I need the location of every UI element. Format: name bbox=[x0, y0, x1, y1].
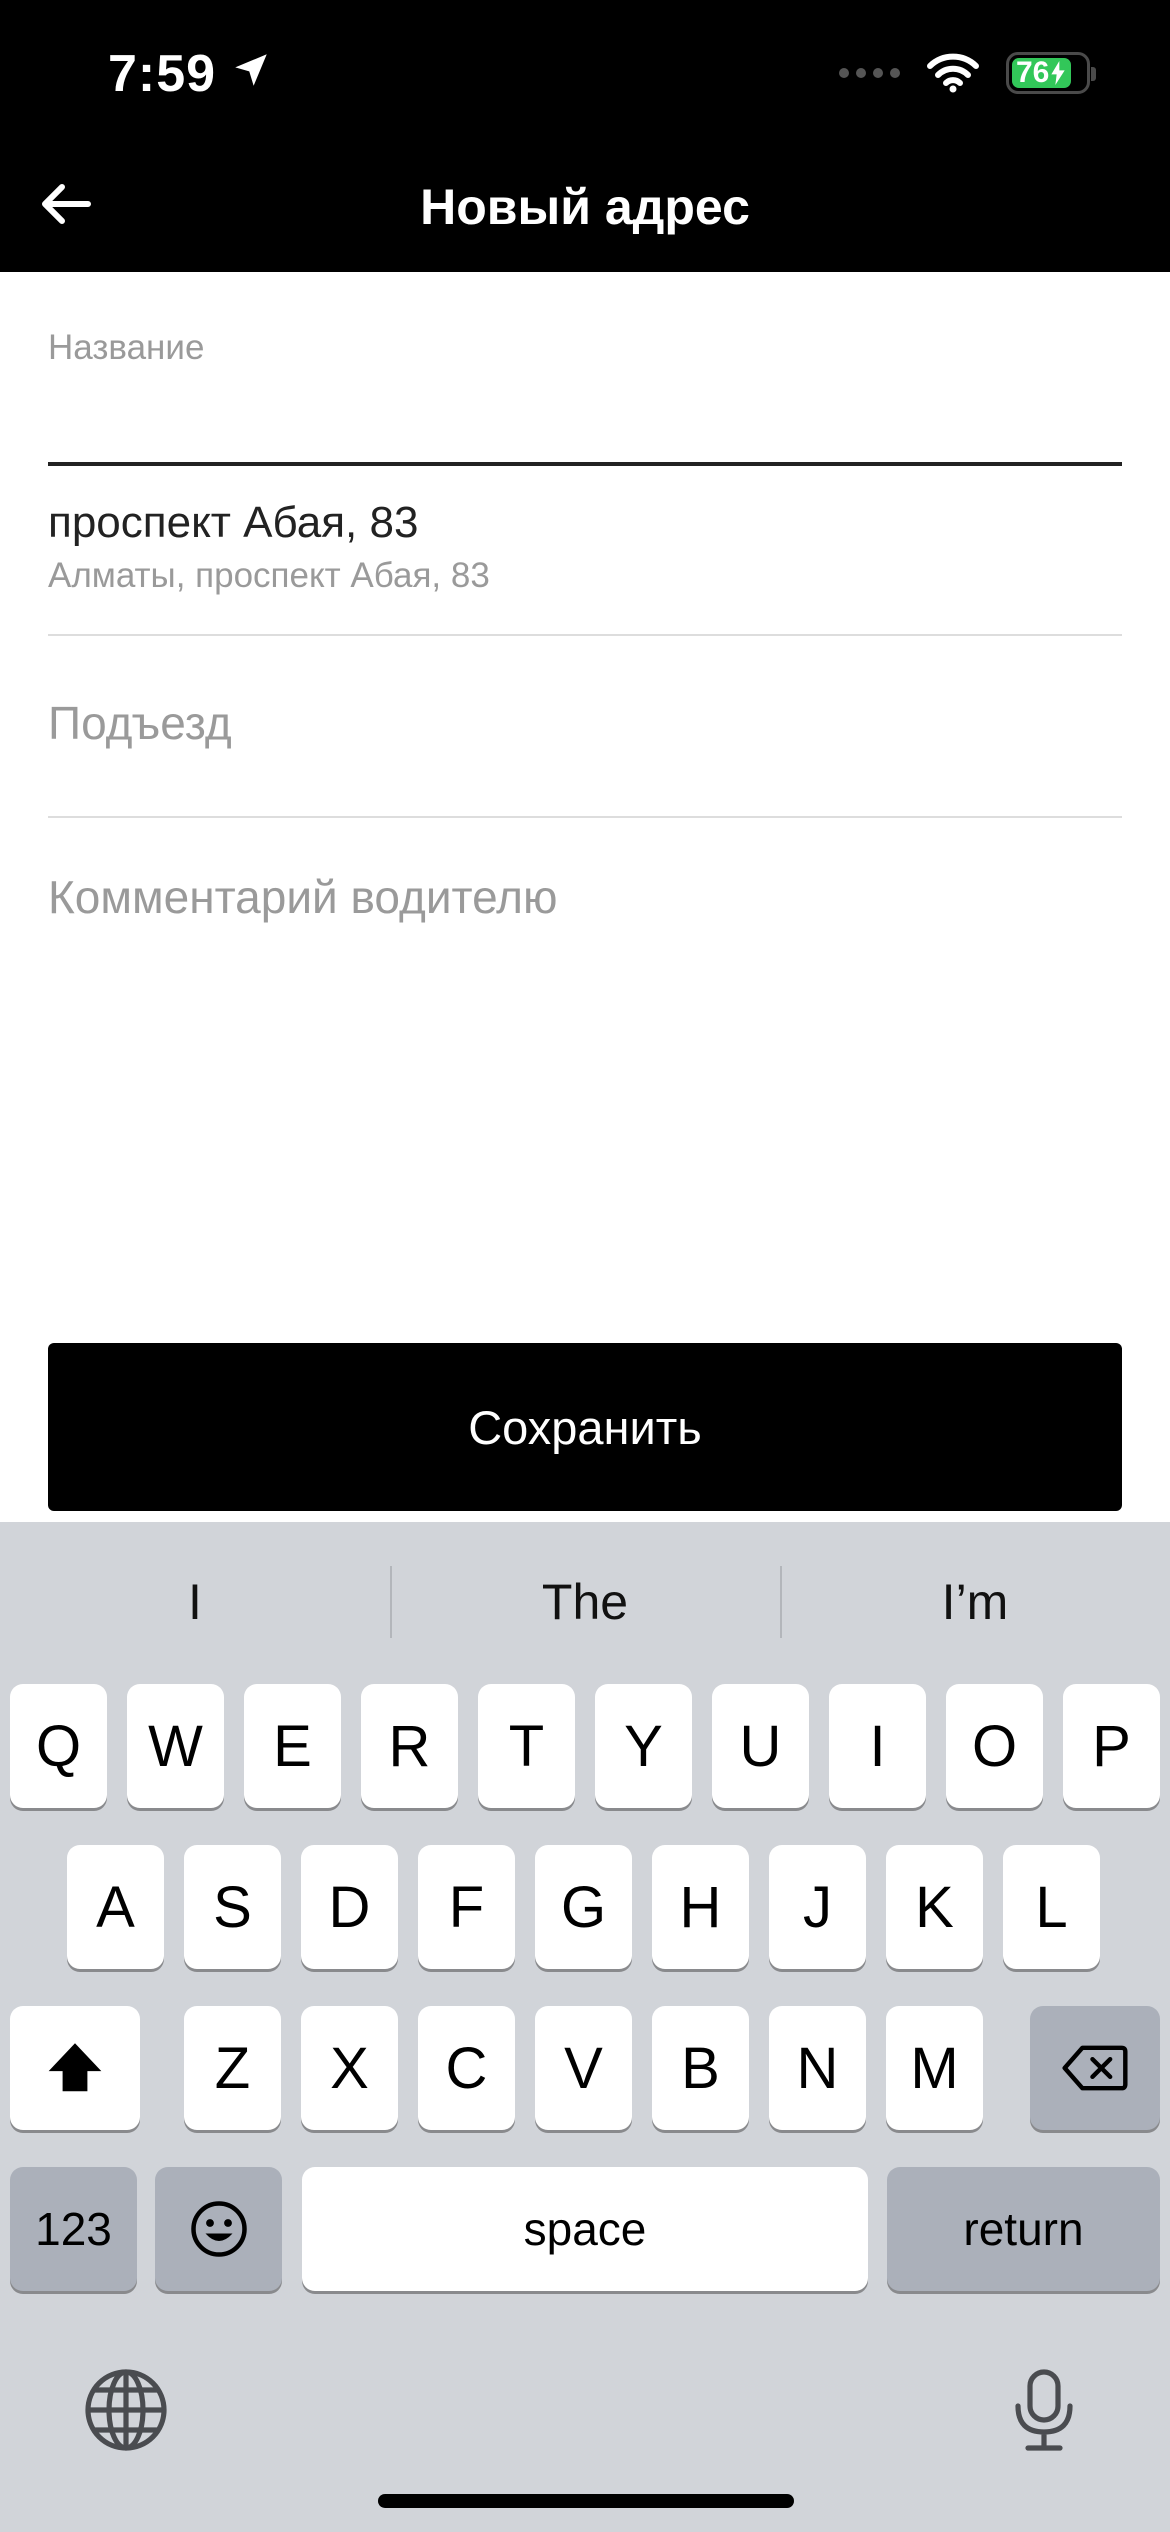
key-r[interactable]: R bbox=[361, 1684, 458, 1808]
key-m[interactable]: M bbox=[886, 2006, 983, 2130]
key-i[interactable]: I bbox=[829, 1684, 926, 1808]
key-d[interactable]: D bbox=[301, 1845, 398, 1969]
suggestion-bar: I The I’m bbox=[0, 1560, 1170, 1644]
key-v[interactable]: V bbox=[535, 2006, 632, 2130]
page-title: Новый адрес bbox=[420, 179, 750, 235]
charging-bolt-icon bbox=[1051, 61, 1066, 85]
delete-key[interactable] bbox=[1030, 2006, 1160, 2130]
battery-percent: 76 bbox=[1016, 56, 1050, 89]
key-e[interactable]: E bbox=[244, 1684, 341, 1808]
save-button[interactable]: Сохранить bbox=[48, 1343, 1122, 1511]
wifi-icon bbox=[926, 53, 980, 93]
key-a[interactable]: A bbox=[67, 1845, 164, 1969]
comment-input[interactable] bbox=[48, 870, 1122, 1290]
name-input[interactable] bbox=[48, 396, 1122, 456]
key-y[interactable]: Y bbox=[595, 1684, 692, 1808]
status-indicators: 76 bbox=[839, 52, 1096, 94]
microphone-icon bbox=[1000, 2369, 1088, 2458]
numbers-key[interactable]: 123 bbox=[10, 2167, 137, 2291]
battery-icon: 76 bbox=[1006, 52, 1096, 94]
home-indicator[interactable] bbox=[378, 2494, 794, 2508]
key-u[interactable]: U bbox=[712, 1684, 809, 1808]
key-n[interactable]: N bbox=[769, 2006, 866, 2130]
suggestion-item[interactable]: I bbox=[0, 1560, 390, 1644]
entrance-field[interactable] bbox=[48, 650, 1122, 818]
key-k[interactable]: K bbox=[886, 1845, 983, 1969]
key-f[interactable]: F bbox=[418, 1845, 515, 1969]
backspace-icon bbox=[1062, 2044, 1128, 2092]
key-c[interactable]: C bbox=[418, 2006, 515, 2130]
globe-button[interactable] bbox=[82, 2366, 170, 2454]
top-bar: 7:59 76 Новый адрес bbox=[0, 0, 1170, 272]
suggestion-item[interactable]: The bbox=[390, 1560, 780, 1644]
suggestion-item[interactable]: I’m bbox=[780, 1560, 1170, 1644]
key-l[interactable]: L bbox=[1003, 1845, 1100, 1969]
key-t[interactable]: T bbox=[478, 1684, 575, 1808]
key-q[interactable]: Q bbox=[10, 1684, 107, 1808]
keyboard: I The I’m Q W E R T Y U I O P A S D F G … bbox=[0, 1522, 1170, 2532]
address-sub-text: Алматы, проспект Абая, 83 bbox=[48, 556, 490, 595]
key-p[interactable]: P bbox=[1063, 1684, 1160, 1808]
key-h[interactable]: H bbox=[652, 1845, 749, 1969]
shift-key[interactable] bbox=[10, 2006, 140, 2130]
key-x[interactable]: X bbox=[301, 2006, 398, 2130]
name-field-label: Название bbox=[48, 328, 205, 367]
address-main-text: проспект Абая, 83 bbox=[48, 498, 419, 547]
comment-field[interactable] bbox=[48, 870, 1122, 1290]
address-selector[interactable]: проспект Абая, 83 Алматы, проспект Абая,… bbox=[48, 494, 1122, 636]
location-arrow-icon bbox=[230, 44, 272, 104]
emoji-icon bbox=[189, 2199, 249, 2259]
key-o[interactable]: O bbox=[946, 1684, 1043, 1808]
globe-icon bbox=[82, 2369, 170, 2458]
shift-icon bbox=[44, 2037, 106, 2099]
status-time: 7:59 bbox=[108, 44, 272, 104]
entrance-input[interactable] bbox=[48, 688, 1122, 758]
key-z[interactable]: Z bbox=[184, 2006, 281, 2130]
key-b[interactable]: B bbox=[652, 2006, 749, 2130]
dictation-button[interactable] bbox=[1000, 2366, 1088, 2454]
emoji-key[interactable] bbox=[155, 2167, 282, 2291]
key-s[interactable]: S bbox=[184, 1845, 281, 1969]
space-key[interactable]: space bbox=[302, 2167, 868, 2291]
cellular-signal-icon bbox=[839, 68, 900, 78]
key-w[interactable]: W bbox=[127, 1684, 224, 1808]
clock-text: 7:59 bbox=[108, 45, 217, 103]
return-key[interactable]: return bbox=[887, 2167, 1160, 2291]
key-g[interactable]: G bbox=[535, 1845, 632, 1969]
name-field[interactable]: Название bbox=[48, 322, 1122, 466]
key-j[interactable]: J bbox=[769, 1845, 866, 1969]
